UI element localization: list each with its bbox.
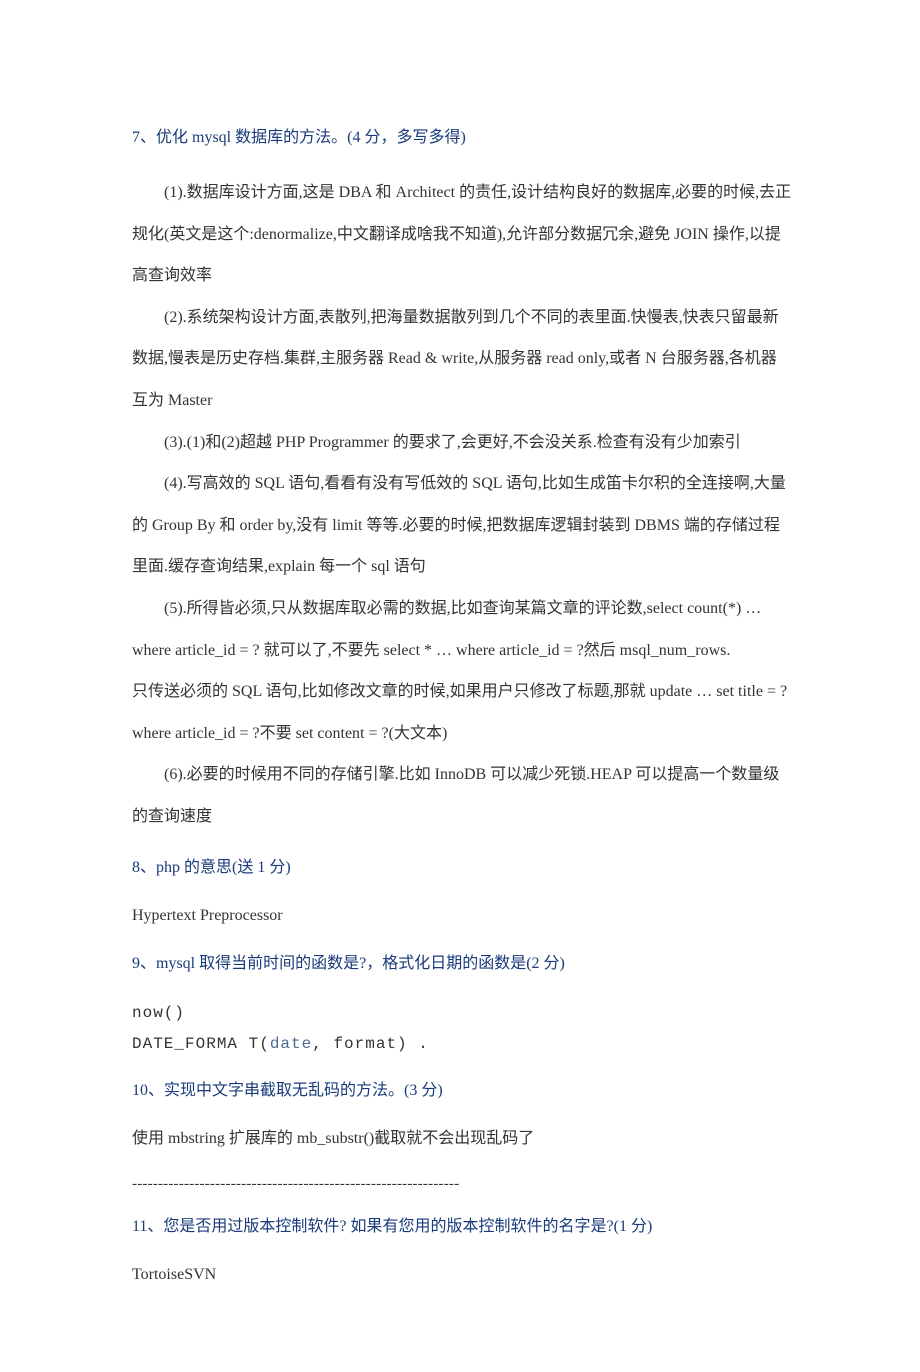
q7-p1: (1).数据库设计方面,这是 DBA 和 Architect 的责任,设计结构良…	[132, 172, 792, 214]
question-8-title: 8、php 的意思(送 1 分)	[132, 856, 792, 880]
q7-p1c: 高查询效率	[132, 255, 792, 297]
q7-p5c: 只传送必须的 SQL 语句,比如修改文章的时候,如果用户只修改了标题,那就 up…	[132, 671, 792, 713]
q7-p4b: 的 Group By 和 order by,没有 limit 等等.必要的时候,…	[132, 505, 792, 547]
q7-p1b: 规化(英文是这个:denormalize,中文翻译成啥我不知道),允许部分数据冗…	[132, 214, 792, 256]
q7-p2: (2).系统架构设计方面,表散列,把海量数据散列到几个不同的表里面.快慢表,快表…	[132, 297, 792, 339]
q7-p5: (5).所得皆必须,只从数据库取必需的数据,比如查询某篇文章的评论数,selec…	[132, 588, 792, 630]
question-7-title: 7、优化 mysql 数据库的方法。(4 分，多写多得)	[132, 126, 792, 150]
q7-p5d: where article_id = ?不要 set content = ?(大…	[132, 713, 792, 755]
document-page: 7、优化 mysql 数据库的方法。(4 分，多写多得) (1).数据库设计方面…	[0, 0, 920, 1372]
question-7-answer: (1).数据库设计方面,这是 DBA 和 Architect 的责任,设计结构良…	[132, 172, 792, 838]
q7-p6b: 的查询速度	[132, 796, 792, 838]
q9-code-line-2: DATE_FORMA T(date, format) .	[132, 1029, 792, 1059]
question-10-title: 10、实现中文字串截取无乱码的方法。(3 分)	[132, 1079, 792, 1103]
q9-code2a: DATE_FORMA T(	[132, 1035, 270, 1053]
section-divider: ----------------------------------------…	[132, 1176, 792, 1193]
q7-p4: (4).写高效的 SQL 语句,看看有没有写低效的 SQL 语句,比如生成笛卡尔…	[132, 463, 792, 505]
q7-p4c: 里面.缓存查询结果,explain 每一个 sql 语句	[132, 546, 792, 588]
q7-p6: (6).必要的时候用不同的存储引擎.比如 InnoDB 可以减少死锁.HEAP …	[132, 754, 792, 796]
question-8-answer: Hypertext Preprocessor	[132, 902, 792, 931]
question-10-answer: 使用 mbstring 扩展库的 mb_substr()截取就不会出现乱码了	[132, 1125, 792, 1154]
question-11-answer: TortoiseSVN	[132, 1261, 792, 1290]
q7-p5b: where article_id = ? 就可以了,不要先 select * ……	[132, 630, 792, 672]
question-11-title: 11、您是否用过版本控制软件? 如果有您用的版本控制软件的名字是?(1 分)	[132, 1215, 792, 1239]
q7-p3: (3).(1)和(2)超越 PHP Programmer 的要求了,会更好,不会…	[132, 422, 792, 464]
q7-p2c: 互为 Master	[132, 380, 792, 422]
q9-code2b: date	[270, 1035, 312, 1053]
q9-code-line-1: now()	[132, 998, 792, 1028]
q7-p2b: 数据,慢表是历史存档.集群,主服务器 Read & write,从服务器 rea…	[132, 338, 792, 380]
question-9-code: now() DATE_FORMA T(date, format) .	[132, 998, 792, 1059]
q9-code2c: , format) .	[312, 1035, 429, 1053]
question-9-title: 9、mysql 取得当前时间的函数是?，格式化日期的函数是(2 分)	[132, 952, 792, 976]
